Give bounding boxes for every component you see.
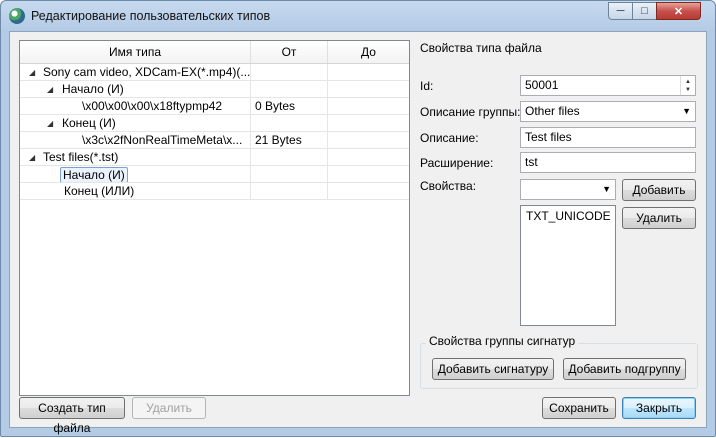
app-icon — [9, 8, 25, 24]
add-subgroup-button[interactable]: Добавить подгруппу — [563, 358, 686, 380]
tree-item-label: \x00\x00\x00\x18ftypmp42 — [82, 99, 223, 113]
expanded-triangle-icon[interactable]: ◢ — [47, 115, 53, 131]
tree-item-label: Начало (И) — [62, 82, 124, 96]
column-header-name[interactable]: Имя типа — [20, 41, 251, 63]
column-header-from[interactable]: От — [251, 41, 328, 63]
dropdown-arrow-icon[interactable]: ▼ — [682, 102, 691, 121]
tree-item-label: \x3c\x2fNonRealTimeMeta\x... — [82, 133, 243, 147]
column-header-to[interactable]: До — [328, 41, 409, 63]
add-signature-button[interactable]: Добавить сигнатуру — [432, 358, 554, 380]
tree-item-from: 0 Bytes — [255, 99, 296, 113]
group-description-value: Other files — [525, 104, 580, 118]
tree-row[interactable]: ◢ Начало (И) — [20, 81, 409, 98]
window-title: Редактирование пользовательских типов — [31, 9, 271, 23]
title-bar[interactable]: Редактирование пользовательских типов ─ … — [1, 1, 715, 31]
list-item[interactable]: TXT_UNICODE — [526, 209, 611, 223]
properties-label: Свойства: — [420, 179, 477, 193]
tree-item-label: Конец (ИЛИ) — [64, 184, 135, 198]
tree-row[interactable]: \x00\x00\x00\x18ftypmp42 0 Bytes — [20, 98, 409, 115]
signature-group-title: Свойства группы сигнатур — [426, 334, 579, 348]
tree-row[interactable]: ◢ Sony cam video, XDCam-EX(*.mp4)(... — [20, 64, 409, 81]
properties-title: Свойства типа файла — [420, 41, 542, 55]
save-button[interactable]: Сохранить — [542, 397, 616, 419]
expanded-triangle-icon[interactable]: ◢ — [29, 64, 35, 80]
properties-listbox[interactable]: TXT_UNICODE — [520, 205, 616, 326]
dropdown-arrow-icon[interactable]: ▼ — [602, 180, 611, 199]
description-input[interactable]: Test files — [520, 127, 696, 148]
expanded-triangle-icon[interactable]: ◢ — [29, 149, 35, 165]
expanded-triangle-icon[interactable]: ◢ — [47, 81, 53, 97]
id-spin-field[interactable]: 50001 ▲ ▼ — [520, 75, 696, 96]
tree-item-label: Начало (И) — [60, 167, 128, 182]
close-window-button[interactable]: ✕ — [656, 2, 701, 20]
delete-button[interactable]: Удалить — [132, 397, 206, 419]
tree-row[interactable]: ◢ Конец (И) — [20, 115, 409, 132]
close-button[interactable]: Закрыть — [622, 397, 696, 419]
tree-row[interactable]: \x3c\x2fNonRealTimeMeta\x... 21 Bytes — [20, 132, 409, 149]
tree-row[interactable]: ◢ Test files(*.tst) — [20, 149, 409, 166]
group-description-select[interactable]: Other files ▼ — [520, 101, 696, 122]
remove-property-button[interactable]: Удалить — [622, 207, 696, 229]
tree-item-from: 21 Bytes — [255, 133, 302, 147]
tree-row-selected[interactable]: Начало (И) — [20, 166, 409, 183]
create-file-type-button[interactable]: Создать тип файла — [19, 397, 125, 435]
tree-row[interactable]: Конец (ИЛИ) — [20, 183, 409, 200]
file-types-tree[interactable]: Имя типа От До ◢ Sony cam video, XDCam-E… — [19, 40, 410, 396]
extension-label: Расширение: — [420, 156, 494, 170]
tree-item-label: Конец (И) — [62, 116, 116, 130]
minimize-button[interactable]: ─ — [608, 2, 633, 20]
tree-item-label: Test files(*.tst) — [43, 150, 119, 164]
tree-header: Имя типа От До — [20, 41, 409, 64]
description-value: Test files — [525, 130, 572, 144]
tree-item-label: Sony cam video, XDCam-EX(*.mp4)(... — [43, 65, 251, 79]
properties-select[interactable]: ▼ — [520, 179, 616, 200]
extension-value: tst — [525, 155, 538, 169]
add-property-button[interactable]: Добавить — [622, 179, 696, 201]
id-value: 50001 — [525, 78, 559, 92]
group-description-label: Описание группы: — [420, 105, 521, 119]
description-label: Описание: — [420, 131, 479, 145]
spin-arrows-icon[interactable]: ▲ ▼ — [680, 76, 695, 95]
maximize-button[interactable]: □ — [632, 2, 657, 20]
extension-input[interactable]: tst — [520, 152, 696, 173]
id-label: Id: — [420, 79, 434, 93]
